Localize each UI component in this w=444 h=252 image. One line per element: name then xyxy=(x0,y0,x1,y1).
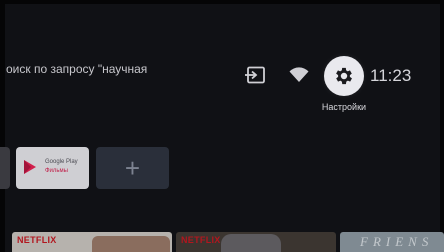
content-tile[interactable]: FRIENS xyxy=(340,232,444,252)
google-play-movies-tile[interactable]: Google Play Фильмы xyxy=(16,147,89,189)
app-tile[interactable] xyxy=(0,147,10,189)
poster-art xyxy=(92,236,170,252)
tv-home-screen xyxy=(0,0,444,252)
content-tile[interactable]: NETFLIX xyxy=(12,232,172,252)
app-subtitle: Фильмы xyxy=(45,168,68,174)
screen-border-left xyxy=(0,0,5,252)
settings-label: Настройки xyxy=(321,102,367,112)
netflix-logo: NETFLIX xyxy=(17,235,57,245)
clock: 11:23 xyxy=(370,66,412,85)
plus-icon: + xyxy=(124,153,141,183)
wifi-icon[interactable] xyxy=(289,67,309,83)
netflix-logo: NETFLIX xyxy=(181,235,221,245)
google-play-movies-icon xyxy=(24,160,36,174)
settings-button[interactable] xyxy=(324,56,364,96)
poster-art xyxy=(221,234,281,252)
screen-border-top xyxy=(0,0,444,4)
app-title: Google Play xyxy=(45,159,78,165)
input-source-icon[interactable] xyxy=(244,66,266,84)
search-suggestion[interactable]: оиск по запросу "научная xyxy=(6,62,147,76)
content-tile[interactable]: NETFLIX xyxy=(176,232,336,252)
gear-icon xyxy=(336,67,352,85)
show-title: FRIENS xyxy=(360,234,434,249)
add-app-button[interactable]: + xyxy=(96,147,169,189)
screen-border-right xyxy=(440,0,444,252)
